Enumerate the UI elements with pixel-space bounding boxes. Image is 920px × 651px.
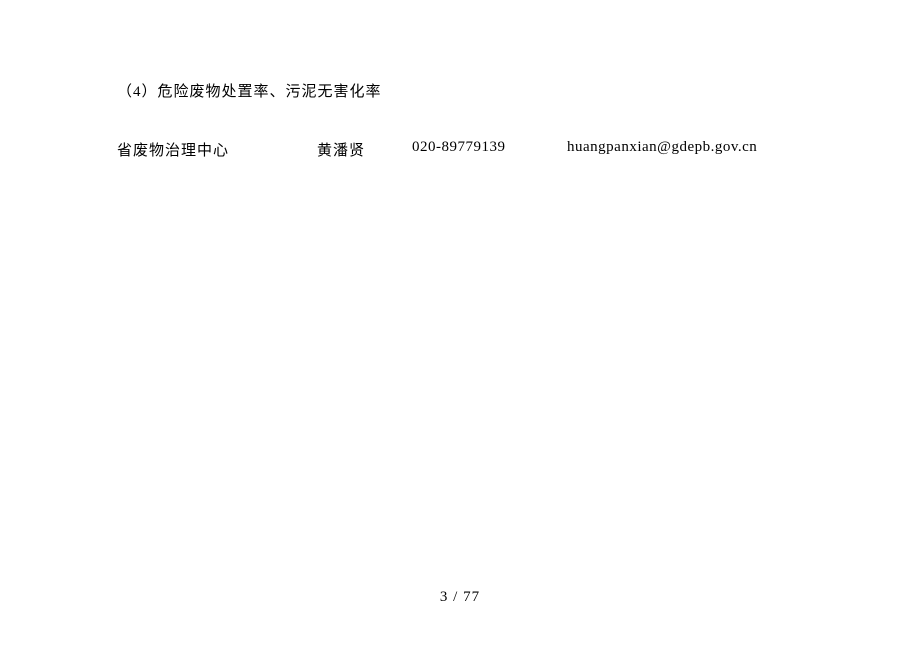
contact-email: huangpanxian@gdepb.gov.cn: [567, 139, 757, 160]
document-content: （4）危险废物处置率、污泥无害化率 省废物治理中心 黄潘贤 020-897791…: [0, 0, 920, 160]
page-number: 3 / 77: [0, 589, 920, 606]
contact-phone: 020-89779139: [412, 139, 567, 160]
section-heading: （4）危险废物处置率、污泥无害化率: [117, 80, 803, 101]
contact-org: 省废物治理中心: [117, 139, 317, 160]
contact-row: 省废物治理中心 黄潘贤 020-89779139 huangpanxian@gd…: [117, 139, 803, 160]
contact-name: 黄潘贤: [317, 139, 412, 160]
